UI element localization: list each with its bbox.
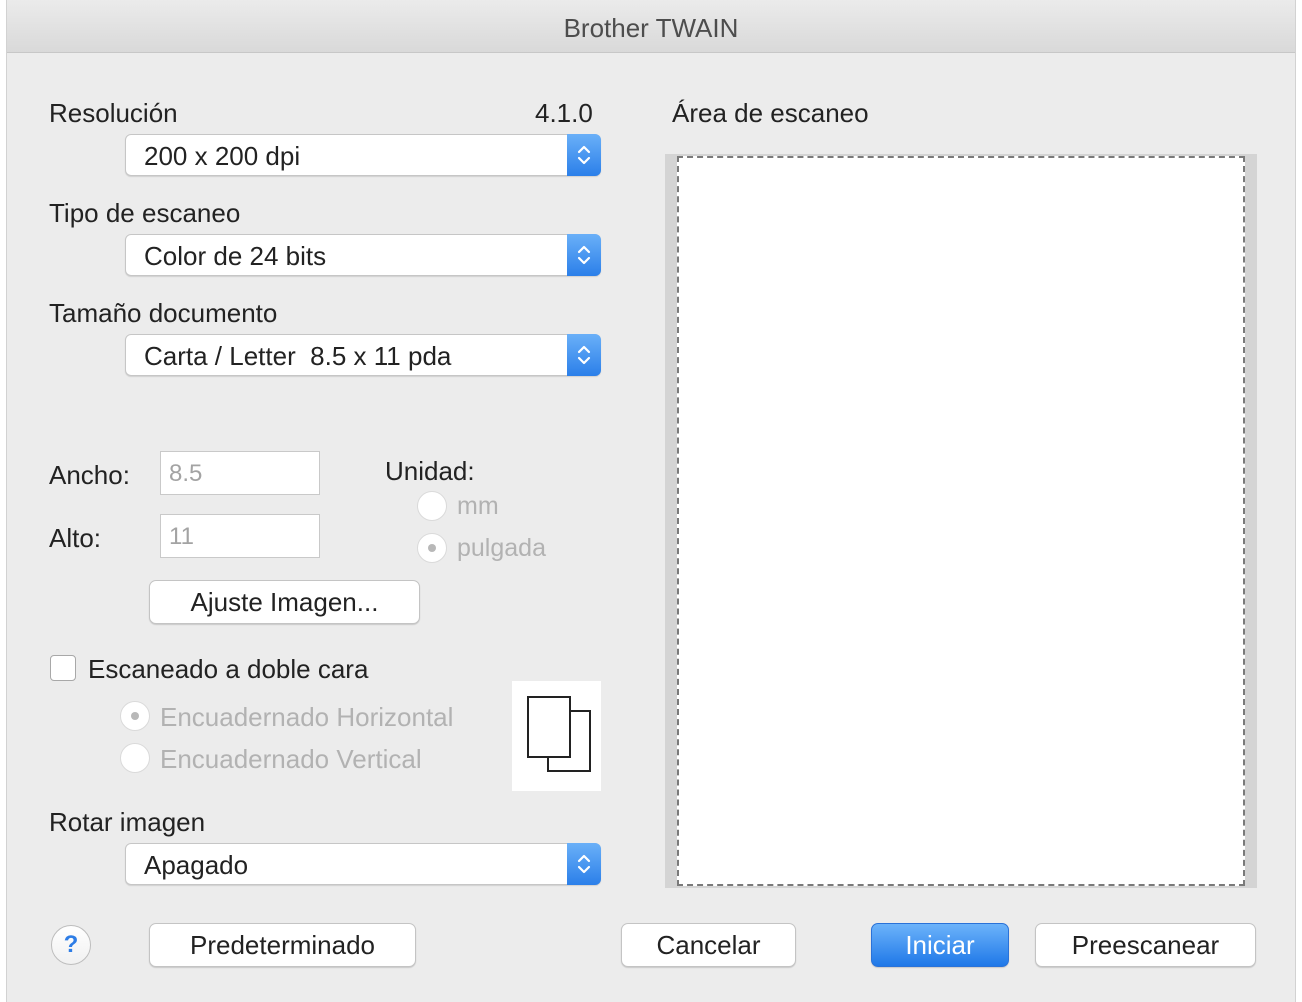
- up-down-arrows-icon: [567, 234, 601, 276]
- brother-twain-dialog: Brother TWAIN Resolución 4.1.0 200 x 200…: [6, 0, 1296, 1002]
- unit-inch-radio[interactable]: [417, 533, 447, 563]
- duplex-label: Escaneado a doble cara: [88, 654, 369, 684]
- rotate-value: Apagado: [144, 850, 249, 880]
- resolution-value: 200 x 200 dpi: [144, 141, 301, 171]
- width-field[interactable]: 8.5: [160, 451, 320, 495]
- version-text: 4.1.0: [535, 98, 593, 128]
- duplex-pages-icon: [512, 681, 601, 791]
- prescan-button[interactable]: Preescanear: [1035, 923, 1256, 967]
- unit-inch-label: pulgada: [457, 534, 546, 562]
- scan-type-value: Color de 24 bits: [144, 241, 327, 271]
- resolution-popup[interactable]: 200 x 200 dpi: [125, 134, 601, 176]
- resolution-label: Resolución: [49, 98, 178, 128]
- window-title: Brother TWAIN: [7, 0, 1295, 53]
- width-label: Ancho:: [49, 460, 130, 490]
- binding-horizontal-radio[interactable]: [120, 701, 150, 731]
- scan-area-selection[interactable]: [677, 156, 1245, 886]
- binding-vertical-radio[interactable]: [120, 743, 150, 773]
- height-label: Alto:: [49, 523, 102, 553]
- cancel-button[interactable]: Cancelar: [621, 923, 796, 967]
- height-field[interactable]: 11: [160, 514, 320, 558]
- unit-label: Unidad:: [385, 456, 475, 486]
- scan-type-popup[interactable]: Color de 24 bits: [125, 234, 601, 276]
- document-size-label: Tamaño documento: [49, 298, 278, 328]
- start-button[interactable]: Iniciar: [871, 923, 1009, 967]
- up-down-arrows-icon: [567, 134, 601, 176]
- unit-mm-radio[interactable]: [417, 491, 447, 521]
- scan-area-panel[interactable]: [665, 154, 1257, 888]
- binding-vertical-label: Encuadernado Vertical: [160, 744, 422, 774]
- rotate-popup[interactable]: Apagado: [125, 843, 601, 885]
- image-adjust-button[interactable]: Ajuste Imagen...: [149, 580, 420, 624]
- document-size-popup[interactable]: Carta / Letter 8.5 x 11 pda: [125, 334, 601, 376]
- unit-mm-label: mm: [457, 492, 499, 520]
- rotate-label: Rotar imagen: [49, 807, 206, 837]
- binding-horizontal-label: Encuadernado Horizontal: [160, 702, 454, 732]
- document-size-value: Carta / Letter 8.5 x 11 pda: [144, 341, 452, 371]
- default-button[interactable]: Predeterminado: [149, 923, 416, 967]
- radio-selected-dot: [428, 544, 436, 552]
- scan-type-label: Tipo de escaneo: [49, 198, 241, 228]
- scan-area-label: Área de escaneo: [672, 98, 869, 128]
- duplex-checkbox[interactable]: [50, 655, 76, 681]
- up-down-arrows-icon: [567, 334, 601, 376]
- radio-selected-dot: [131, 712, 139, 720]
- up-down-arrows-icon: [567, 843, 601, 885]
- help-button[interactable]: ?: [51, 925, 91, 965]
